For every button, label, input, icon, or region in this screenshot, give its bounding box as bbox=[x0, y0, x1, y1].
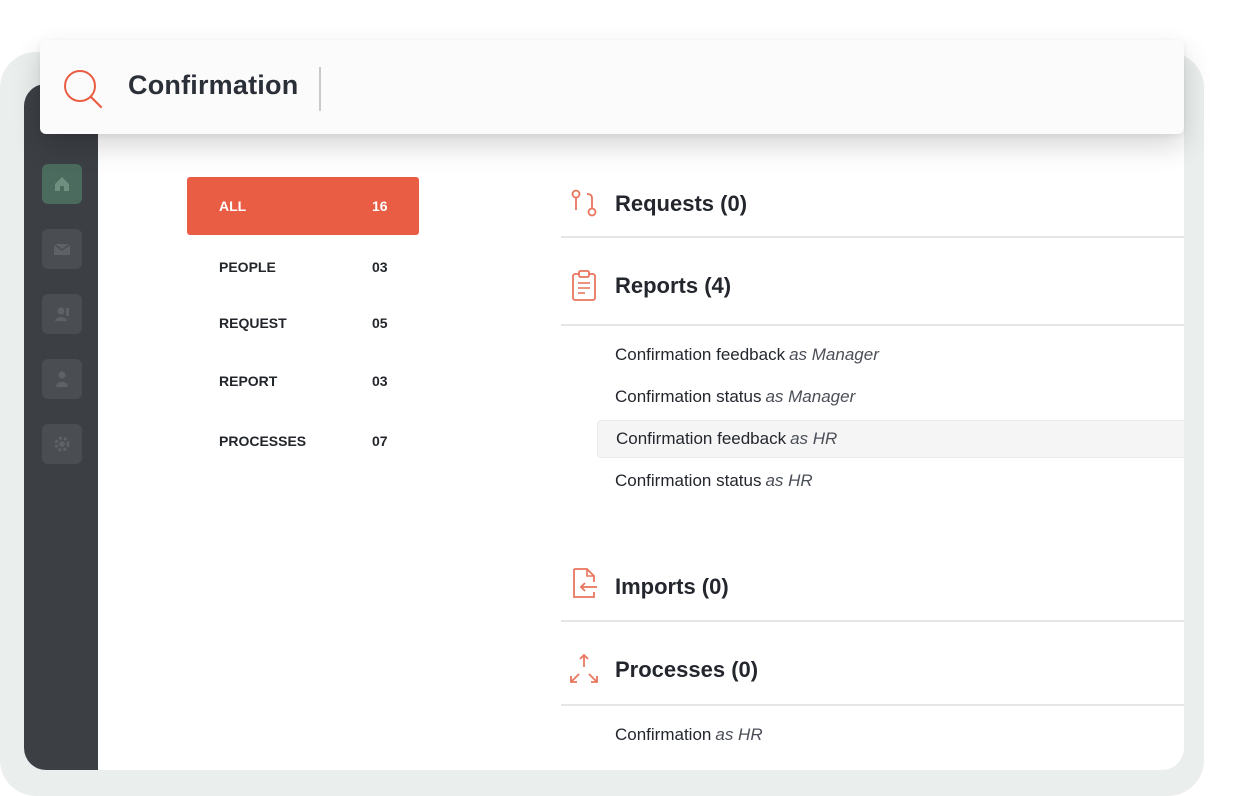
processes-icon bbox=[570, 653, 598, 683]
sidebar-item-mail[interactable] bbox=[42, 229, 82, 269]
filter-all[interactable]: ALL 16 bbox=[187, 177, 419, 235]
sidebar-item-home[interactable] bbox=[42, 164, 82, 204]
section-title: Requests (0) bbox=[615, 191, 748, 216]
result-item[interactable]: Confirmation as HR bbox=[597, 716, 1184, 754]
search-icon bbox=[64, 70, 103, 109]
filter-count: 16 bbox=[372, 198, 388, 214]
result-role: as HR bbox=[715, 725, 763, 744]
home-icon bbox=[55, 177, 69, 191]
result-name: Confirmation bbox=[615, 725, 712, 744]
filter-request[interactable]: REQUEST 05 bbox=[187, 294, 419, 352]
result-role: as Manager bbox=[765, 387, 856, 406]
result-item[interactable]: Confirmation status as HR bbox=[597, 462, 1184, 500]
result-name: Confirmation feedback bbox=[615, 345, 786, 364]
filter-label: REPORT bbox=[219, 373, 278, 389]
gear-icon bbox=[54, 436, 70, 452]
filter-people[interactable]: PEOPLE 03 bbox=[187, 238, 419, 296]
request-icon bbox=[571, 189, 597, 217]
result-role: as HR bbox=[765, 471, 813, 490]
section-imports[interactable]: Imports (0) bbox=[561, 548, 1184, 622]
section-processes[interactable]: Processes (0) bbox=[561, 636, 1184, 706]
result-role: as Manager bbox=[789, 345, 879, 364]
filter-label: REQUEST bbox=[219, 315, 287, 331]
filter-report[interactable]: REPORT 03 bbox=[187, 352, 419, 410]
result-role: as HR bbox=[790, 429, 838, 448]
filter-count: 07 bbox=[372, 433, 388, 449]
filter-count: 05 bbox=[372, 315, 388, 331]
section-title: Reports (4) bbox=[615, 273, 732, 298]
result-item-hovered[interactable]: Confirmation feedback as HR bbox=[597, 420, 1184, 458]
filter-processes[interactable]: PROCESSES 07 bbox=[187, 412, 419, 470]
filter-count: 03 bbox=[372, 259, 388, 275]
filter-count: 03 bbox=[372, 373, 388, 389]
mail-icon bbox=[53, 243, 71, 255]
search-bar[interactable]: Confirmation bbox=[40, 40, 1184, 134]
filter-label: PEOPLE bbox=[219, 259, 276, 275]
import-icon bbox=[573, 568, 597, 598]
section-title: Imports (0) bbox=[615, 574, 729, 599]
sidebar-item-people[interactable] bbox=[42, 359, 82, 399]
search-input[interactable]: Confirmation bbox=[128, 70, 298, 101]
section-title: Processes (0) bbox=[615, 657, 759, 682]
text-cursor bbox=[319, 67, 321, 111]
result-name: Confirmation status bbox=[615, 387, 762, 406]
section-reports[interactable]: Reports (4) bbox=[561, 252, 1184, 326]
result-item[interactable]: Confirmation status as Manager bbox=[597, 378, 1184, 416]
person-icon bbox=[56, 371, 68, 387]
sidebar bbox=[24, 84, 98, 770]
result-name: Confirmation feedback bbox=[616, 429, 787, 448]
filter-label: PROCESSES bbox=[219, 433, 307, 449]
clipboard-icon bbox=[572, 270, 596, 301]
sidebar-item-contacts[interactable] bbox=[42, 294, 82, 334]
contact-icon bbox=[55, 307, 69, 321]
result-name: Confirmation status bbox=[615, 471, 762, 490]
filter-label: ALL bbox=[219, 198, 247, 214]
result-item[interactable]: Confirmation feedback as Manager bbox=[597, 336, 1184, 374]
section-requests[interactable]: Requests (0) bbox=[561, 170, 1184, 238]
sidebar-item-settings[interactable] bbox=[42, 424, 82, 464]
